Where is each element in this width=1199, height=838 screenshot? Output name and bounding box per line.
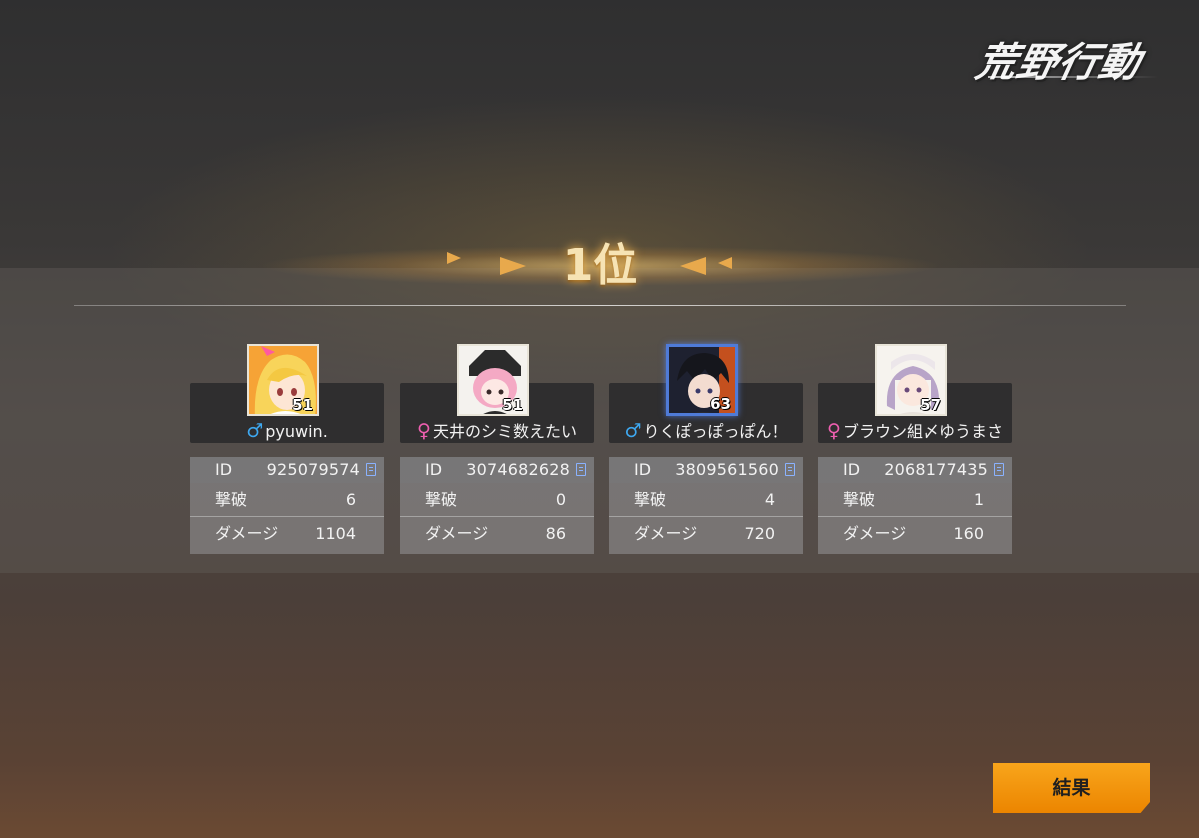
result-button[interactable]: 結果 xyxy=(993,763,1150,813)
id-row: ID 925079574 xyxy=(190,457,384,483)
id-row: ID 3074682628 xyxy=(400,457,594,483)
id-row: ID 2068177435 xyxy=(818,457,1012,483)
rank-arrow-right-icon xyxy=(680,257,706,275)
kills-value: 6 xyxy=(345,490,356,509)
avatar[interactable]: 51 xyxy=(247,344,319,416)
male-icon: ♂ xyxy=(246,420,264,442)
kills-value: 1 xyxy=(973,490,984,509)
player-level: 51 xyxy=(292,396,313,414)
kills-value: 0 xyxy=(555,490,566,509)
female-icon: ♀ xyxy=(417,420,431,442)
damage-label: ダメージ xyxy=(215,524,279,543)
player-name: pyuwin. xyxy=(265,422,328,441)
copy-icon[interactable] xyxy=(994,463,1004,476)
player-card: 57 ♀ ブラウン組〆ゆうまさ ID 2068177435 撃破 1 ダメージ 1… xyxy=(818,344,1012,554)
kills-row: 撃破 0 xyxy=(400,484,594,517)
player-name-row: ♀ ブラウン組〆ゆうまさ xyxy=(818,420,1012,442)
damage-value: 720 xyxy=(744,524,775,543)
damage-label: ダメージ xyxy=(634,524,698,543)
id-label: ID xyxy=(215,460,233,479)
id-label: ID xyxy=(634,460,652,479)
copy-icon[interactable] xyxy=(785,463,795,476)
kills-row: 撃破 6 xyxy=(190,484,384,517)
avatar[interactable]: 63 xyxy=(666,344,738,416)
kills-label: 撃破 xyxy=(215,490,248,509)
damage-row: ダメージ 1104 xyxy=(190,518,384,550)
results-band xyxy=(0,268,1199,573)
id-label: ID xyxy=(843,460,861,479)
player-card: 63 ♂ りくぽっぽっぽん！ ID 3809561560 撃破 4 ダメージ 72… xyxy=(609,344,803,554)
separator-line xyxy=(74,305,1126,306)
player-name-row: ♂ pyuwin. xyxy=(190,420,384,442)
game-logo: 荒野行動 xyxy=(971,39,1146,86)
damage-row: ダメージ 160 xyxy=(818,518,1012,550)
copy-icon[interactable] xyxy=(576,463,586,476)
kills-value: 4 xyxy=(764,490,775,509)
stats-panel: ID 3809561560 撃破 4 ダメージ 720 xyxy=(609,457,803,554)
player-level: 57 xyxy=(920,396,941,414)
kills-row: 撃破 1 xyxy=(818,484,1012,517)
copy-icon[interactable] xyxy=(366,463,376,476)
player-id: 3074682628 xyxy=(466,460,570,479)
stats-panel: ID 925079574 撃破 6 ダメージ 1104 xyxy=(190,457,384,554)
damage-value: 86 xyxy=(545,524,566,543)
damage-value: 1104 xyxy=(315,524,356,543)
damage-row: ダメージ 86 xyxy=(400,518,594,550)
damage-row: ダメージ 720 xyxy=(609,518,803,550)
rank-arrow-left-icon xyxy=(500,257,526,275)
player-name-row: ♀ 天井のシミ数えたい xyxy=(400,420,594,442)
avatar[interactable]: 57 xyxy=(875,344,947,416)
kills-label: 撃破 xyxy=(634,490,667,509)
kills-label: 撃破 xyxy=(425,490,458,509)
player-card: 51 ♀ 天井のシミ数えたい ID 3074682628 撃破 0 ダメージ 86 xyxy=(400,344,594,554)
player-name-row: ♂ りくぽっぽっぽん！ xyxy=(609,420,803,442)
player-name: りくぽっぽっぽん！ xyxy=(643,422,788,441)
player-id: 3809561560 xyxy=(675,460,779,479)
player-level: 51 xyxy=(502,396,523,414)
player-level: 63 xyxy=(710,395,731,413)
damage-label: ダメージ xyxy=(843,524,907,543)
kills-label: 撃破 xyxy=(843,490,876,509)
stats-panel: ID 3074682628 撃破 0 ダメージ 86 xyxy=(400,457,594,554)
id-row: ID 3809561560 xyxy=(609,457,803,483)
rank-label: 1位 xyxy=(562,240,638,291)
male-icon: ♂ xyxy=(624,420,642,442)
kills-row: 撃破 4 xyxy=(609,484,803,517)
stats-panel: ID 2068177435 撃破 1 ダメージ 160 xyxy=(818,457,1012,554)
female-icon: ♀ xyxy=(827,420,841,442)
logo-underline xyxy=(988,76,1158,78)
avatar[interactable]: 51 xyxy=(457,344,529,416)
player-name: 天井のシミ数えたい xyxy=(432,422,577,441)
player-id: 2068177435 xyxy=(884,460,988,479)
rank-arrow-right-small-icon xyxy=(718,257,732,269)
player-card: 51 ♂ pyuwin. ID 925079574 撃破 6 ダメージ 1104 xyxy=(190,344,384,554)
damage-value: 160 xyxy=(953,524,984,543)
rank-arrow-left-small-icon xyxy=(447,252,461,264)
player-name: ブラウン組〆ゆうまさ xyxy=(842,422,1003,441)
id-label: ID xyxy=(425,460,443,479)
player-id: 925079574 xyxy=(266,460,360,479)
damage-label: ダメージ xyxy=(425,524,489,543)
